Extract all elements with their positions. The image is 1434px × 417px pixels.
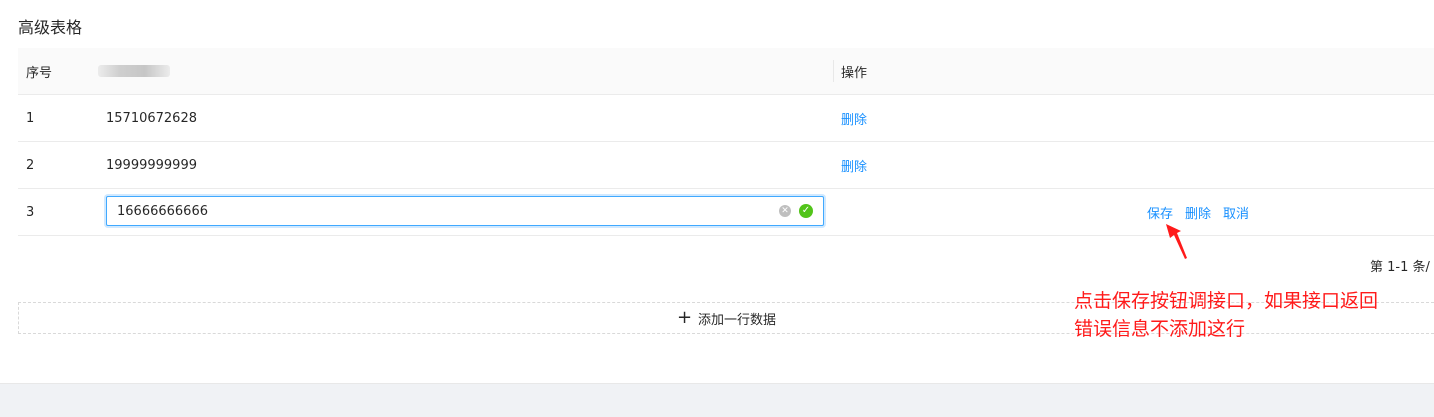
row-operations: 删除: [841, 142, 879, 188]
delete-button[interactable]: 删除: [841, 109, 867, 128]
row-index: 2: [26, 157, 35, 173]
column-divider: [833, 60, 834, 82]
column-header-blurred: [98, 65, 170, 77]
annotation-line-1: 点击保存按钮调接口，如果接口返回: [1074, 290, 1379, 312]
row-index: 3: [26, 204, 35, 220]
row-index: 1: [26, 110, 35, 126]
row-operations: 删除: [841, 95, 879, 141]
pagination-total: 第 1-1 条/: [1370, 260, 1430, 275]
table-row-editing: 3 ✕ ✓ 保存 删除 取消: [18, 189, 1434, 236]
column-header-operations: 操作: [841, 65, 868, 81]
annotation-arrow: [1166, 224, 1187, 259]
save-button[interactable]: 保存: [1147, 203, 1173, 222]
page-title: 高级表格: [18, 18, 83, 37]
advanced-table: 序号 操作 1 15710672628 删除 2 19999999999 删除 …: [18, 48, 1434, 236]
table-row: 2 19999999999 删除: [18, 142, 1434, 189]
page-footer: [0, 383, 1434, 417]
row-value: 15710672628: [106, 110, 197, 126]
clear-icon[interactable]: ✕: [779, 205, 791, 217]
delete-button[interactable]: 删除: [1185, 203, 1211, 222]
table-header: 序号 操作: [18, 48, 1434, 95]
delete-button[interactable]: 删除: [841, 156, 867, 175]
annotation-note: 点击保存按钮调接口，如果接口返回 错误信息不添加这行: [1074, 287, 1419, 343]
column-header-index: 序号: [26, 65, 53, 81]
value-input-wrapper[interactable]: ✕ ✓: [106, 196, 824, 226]
plus-icon: +: [676, 307, 693, 328]
annotation-line-2: 错误信息不添加这行: [1074, 318, 1246, 340]
check-circle-icon: ✓: [799, 204, 813, 218]
value-input[interactable]: [107, 197, 767, 225]
cancel-button[interactable]: 取消: [1223, 203, 1249, 222]
table-row: 1 15710672628 删除: [18, 95, 1434, 142]
row-value: 19999999999: [106, 157, 197, 173]
add-row-label: 添加一行数据: [698, 312, 777, 328]
